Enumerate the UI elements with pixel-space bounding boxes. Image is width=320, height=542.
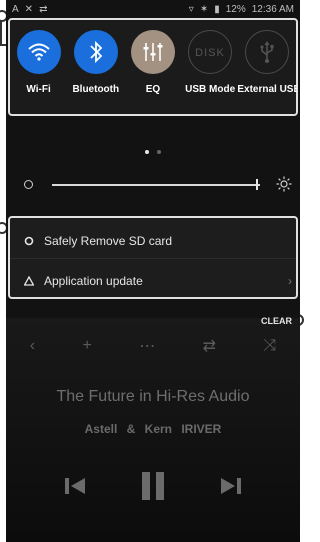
bluetooth-icon (90, 40, 103, 64)
back-icon[interactable]: ‹ (30, 337, 35, 355)
battery-icon: ▮ (214, 3, 220, 15)
circle-icon (24, 236, 34, 246)
notification-usb-icon: ⇄ (39, 3, 48, 15)
device-screen: ‹ + ⋯ ⇄ ⤨ The Future in Hi-Res Audio Ast… (6, 0, 300, 542)
clock: 12:36 AM (251, 3, 294, 15)
next-track-button[interactable] (216, 471, 246, 501)
page-dot-1[interactable] (145, 150, 149, 154)
quick-tile-bluetooth[interactable]: Bluetooth (68, 30, 124, 114)
notification-sd-card[interactable]: Safely Remove SD card (10, 222, 296, 260)
usb-mode-label: USB Mode (185, 84, 236, 95)
wifi-icon (27, 43, 50, 61)
eq-toggle[interactable] (130, 30, 175, 74)
wifi-label: Wi-Fi (26, 84, 51, 95)
brightness-slider[interactable] (6, 176, 300, 196)
equalizer-icon (143, 43, 163, 61)
battery-percent: 12% (225, 3, 246, 15)
quick-tile-external-usb[interactable]: External USB (237, 30, 298, 114)
more-icon[interactable]: ⋯ (139, 336, 155, 356)
quick-tile-usb-mode[interactable]: DISK USB Mode (182, 30, 238, 114)
notification-panel: Safely Remove SD card Application update… (8, 216, 298, 299)
external-usb-toggle[interactable] (245, 30, 290, 74)
song-title: The Future in Hi-Res Audio (56, 388, 250, 405)
svg-text:DISK: DISK (195, 47, 225, 59)
notification-divider (10, 258, 296, 259)
usb-icon (260, 41, 274, 63)
notification-sd-card-text: Safely Remove SD card (44, 234, 173, 248)
notification-x-icon: ✕ (24, 3, 34, 15)
bluetooth-status-icon: ✶ (199, 3, 209, 15)
add-icon[interactable]: + (82, 337, 91, 355)
brightness-high-icon (276, 176, 292, 192)
artist-names: Astell & Kern IRIVER (84, 422, 222, 436)
usb-mode-toggle[interactable]: DISK (188, 30, 233, 74)
quick-tile-eq[interactable]: EQ (125, 30, 181, 114)
pause-button[interactable] (138, 471, 168, 501)
page-dot-2[interactable] (157, 150, 161, 154)
previous-track-button[interactable] (60, 471, 90, 501)
wifi-toggle[interactable] (16, 30, 61, 74)
clear-notifications-button[interactable]: CLEAR (261, 316, 292, 326)
repeat-icon[interactable]: ⇄ (203, 336, 216, 356)
player-tool-row: ‹ + ⋯ ⇄ ⤨ (6, 328, 300, 364)
previous-icon (65, 478, 85, 494)
external-usb-label: External USB (237, 84, 298, 95)
bluetooth-toggle[interactable] (73, 30, 118, 74)
disk-icon: DISK (195, 47, 225, 59)
shuffle-icon[interactable]: ⤨ (263, 337, 276, 355)
brightness-track[interactable] (52, 184, 260, 186)
quick-settings-panel: Wi-Fi Bluetooth EQ DISK USB Mode Externa… (8, 18, 298, 116)
brightness-low-icon (24, 180, 33, 189)
transport-controls (6, 466, 300, 506)
chevron-right-icon: › (288, 274, 292, 288)
pause-icon (142, 472, 164, 500)
brightness-handle[interactable] (255, 179, 258, 190)
warning-triangle-icon (24, 276, 34, 286)
wifi-status-icon: ▿ (188, 3, 194, 15)
eq-label: EQ (145, 84, 161, 95)
status-bar: A ✕ ⇄ ▿ ✶ ▮ 12% 12:36 AM (6, 0, 300, 18)
notification-app-update[interactable]: Application update › (10, 262, 296, 300)
notification-app-update-text: Application update (44, 274, 143, 288)
notification-a-icon: A (12, 3, 19, 15)
bluetooth-label: Bluetooth (72, 84, 120, 95)
quick-tile-wifi[interactable]: Wi-Fi (11, 30, 67, 114)
music-player-background: ‹ + ⋯ ⇄ ⤨ The Future in Hi-Res Audio Ast… (6, 318, 300, 542)
page-indicator (6, 150, 300, 154)
next-icon (221, 478, 241, 494)
